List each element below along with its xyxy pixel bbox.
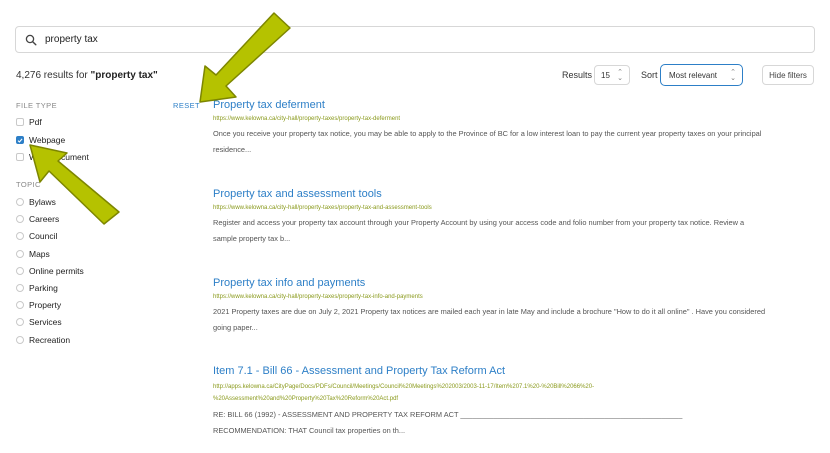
result-snippet-line: going paper... [213,323,258,332]
radio[interactable] [16,198,24,206]
filter-topic-property[interactable]: Property [16,299,61,311]
filter-topic-careers[interactable]: Careers [16,213,59,225]
result-snippet: 2021 Property taxes are due on July 2, 2… [213,304,813,336]
results-per-page-label: Results [562,70,593,80]
filter-label: Online permits [29,266,84,276]
search-box[interactable] [15,26,815,53]
radio[interactable] [16,336,24,344]
result-snippet-line: residence... [213,145,252,154]
sort-value: Most relevant [669,70,718,80]
filter-topic-services[interactable]: Services [16,316,62,328]
filter-label: Word document [29,152,89,162]
filter-label: Pdf [29,117,42,127]
search-result: Property tax and assessment tools https:… [213,188,813,247]
checkbox-checked[interactable] [16,136,24,144]
result-snippet-line: Once you receive your property tax notic… [213,129,762,138]
reset-filters-link[interactable]: RESET [173,101,200,110]
radio[interactable] [16,232,24,240]
result-snippet-line: sample property tax b... [213,234,291,243]
file-type-heading: FILE TYPE [16,101,57,110]
result-snippet: Register and access your property tax ac… [213,215,813,247]
radio[interactable] [16,250,24,258]
result-snippet: Once you receive your property tax notic… [213,126,813,158]
topic-heading: TOPIC [16,180,41,189]
filter-file-type-webpage[interactable]: Webpage [16,134,65,146]
result-snippet: RE: BILL 66 (1992) - ASSESSMENT AND PROP… [213,407,813,439]
result-title-link[interactable]: Item 7.1 - Bill 66 - Assessment and Prop… [213,365,813,378]
filter-label: Property [29,300,62,310]
filter-topic-maps[interactable]: Maps [16,248,50,260]
radio[interactable] [16,318,24,326]
result-title-link[interactable]: Property tax info and payments [213,277,813,290]
filter-label: Services [29,317,62,327]
result-title-link[interactable]: Property tax deferment [213,99,813,112]
checkmark-icon [17,138,23,143]
hide-filters-button[interactable]: Hide filters [762,65,814,85]
search-result: Property tax info and payments https://w… [213,277,813,336]
results-controls: Results 15 ⌃ ⌄ Sort Most relevant ⌃ ⌄ Hide… [0,64,830,87]
filter-label: Webpage [29,135,66,145]
search-result: Item 7.1 - Bill 66 - Assessment and Prop… [213,365,813,439]
result-url-line: %20Assessment%20and%20Property%20Tax%20R… [213,396,399,402]
result-url[interactable]: http://apps.kelowna.ca/CityPage/Docs/PDF… [213,381,813,405]
filter-topic-bylaws[interactable]: Bylaws [16,196,56,208]
filter-file-type-word[interactable]: Word document [16,151,89,163]
up-down-chevron-icon: ⌃ ⌄ [730,69,736,82]
sort-select[interactable]: Most relevant ⌃ ⌄ [660,64,743,86]
filter-label: Maps [29,249,50,259]
result-snippet-line: 2021 Property taxes are due on July 2, 2… [213,307,766,316]
filter-label: Recreation [29,335,71,345]
search-icon [24,33,38,47]
filter-label: Parking [29,283,58,293]
filter-topic-online-permits[interactable]: Online permits [16,265,84,277]
checkbox[interactable] [16,118,24,126]
result-url[interactable]: https://www.kelowna.ca/city-hall/propert… [213,115,813,124]
radio[interactable] [16,215,24,223]
results-per-page-value: 15 [601,70,610,80]
search-result: Property tax deferment https://www.kelow… [213,99,813,158]
radio[interactable] [16,301,24,309]
result-url-line: http://apps.kelowna.ca/CityPage/Docs/PDF… [213,384,595,390]
result-snippet-line: RECOMMENDATION: THAT Council tax propert… [213,426,406,435]
sort-label: Sort [641,70,658,80]
search-input[interactable] [45,34,745,45]
result-url[interactable]: https://www.kelowna.ca/city-hall/propert… [213,204,813,213]
filter-topic-recreation[interactable]: Recreation [16,334,70,346]
checkbox[interactable] [16,153,24,161]
result-title-link[interactable]: Property tax and assessment tools [213,188,813,201]
filter-topic-parking[interactable]: Parking [16,282,58,294]
radio[interactable] [16,267,24,275]
filter-topic-council[interactable]: Council [16,230,57,242]
up-down-chevron-icon: ⌃ ⌄ [617,69,623,82]
result-snippet-line: RE: BILL 66 (1992) - ASSESSMENT AND PROP… [213,410,683,419]
filter-label: Careers [29,214,60,224]
filter-file-type-pdf[interactable]: Pdf [16,116,42,128]
radio[interactable] [16,284,24,292]
result-url[interactable]: https://www.kelowna.ca/city-hall/propert… [213,293,813,302]
results-per-page-select[interactable]: 15 ⌃ ⌄ [594,65,630,85]
filter-label: Bylaws [29,197,56,207]
filter-label: Council [29,231,58,241]
result-snippet-line: Register and access your property tax ac… [213,218,745,227]
